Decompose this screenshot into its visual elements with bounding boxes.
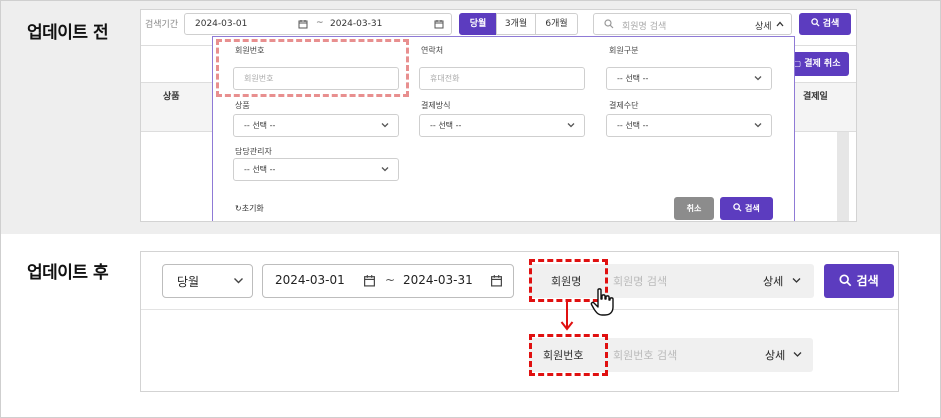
before-screenshot: 검색기간 2024-03-01 ~ 2024-03-31 당월 3개월 6개월 …	[140, 9, 857, 222]
payment-method-label: 결제방식	[421, 101, 451, 110]
contact-label: 연락처	[421, 46, 444, 55]
calendar-icon[interactable]	[298, 19, 308, 29]
payment-means-label: 결제수단	[609, 101, 639, 110]
member-type-value: -- 선택 --	[617, 74, 649, 83]
chevron-down-icon	[754, 123, 762, 128]
popup-cancel-button[interactable]: 취소	[674, 197, 714, 220]
date-to: 2024-03-31	[403, 273, 473, 287]
period-label: 검색기간	[145, 20, 179, 30]
manager-select[interactable]: -- 선택 --	[233, 158, 399, 181]
search-icon	[810, 18, 820, 27]
date-separator: ~	[385, 273, 396, 287]
date-separator: ~	[316, 18, 324, 28]
manager-label: 담당관리자	[235, 147, 272, 156]
payment-method-value: -- 선택 --	[430, 121, 462, 130]
hand-cursor-icon	[590, 288, 614, 316]
payment-means-value: -- 선택 --	[617, 121, 649, 130]
divider	[141, 309, 898, 310]
calendar-icon[interactable]	[434, 19, 444, 29]
scrollbar[interactable]	[837, 132, 849, 221]
detail-toggle-label[interactable]: 상세	[755, 19, 772, 32]
chevron-down-icon	[381, 167, 389, 172]
cancel-payment-label: 결제 취소	[804, 59, 841, 69]
search-input[interactable]: 회원명 검색 상세	[593, 13, 792, 35]
calendar-icon[interactable]	[363, 274, 376, 287]
period-select[interactable]: 당월	[162, 264, 253, 298]
payment-means-select[interactable]: -- 선택 --	[606, 114, 772, 137]
reset-button[interactable]: ↻초기화	[235, 203, 264, 214]
search-button[interactable]: 검색	[799, 13, 851, 35]
search-icon	[733, 203, 742, 212]
chevron-down-icon[interactable]	[793, 351, 802, 358]
contact-input[interactable]: 휴대전화	[419, 67, 585, 90]
search-button-label: 검색	[822, 19, 840, 29]
after-screenshot: 당월 2024-03-01 ~ 2024-03-31 회원명 회원명 검색 상세…	[140, 251, 899, 392]
date-range-input[interactable]: 2024-03-01 ~ 2024-03-31	[184, 13, 452, 35]
column-header-product: 상품	[163, 92, 180, 102]
refresh-icon: ↻	[235, 204, 242, 213]
popup-search-label: 검색	[745, 204, 760, 213]
search-icon	[839, 274, 852, 287]
search-placeholder: 회원번호 검색	[613, 349, 678, 362]
column-header-payment-date: 결제일	[803, 92, 828, 102]
search-icon	[604, 19, 614, 29]
arrow-down-icon	[560, 302, 574, 331]
chevron-down-icon	[754, 76, 762, 81]
date-from: 2024-03-01	[195, 19, 248, 29]
before-label: 업데이트 전	[27, 23, 109, 43]
detail-search-popup: 회원번호 회원번호 연락처 휴대전화 회원구분 -- 선택 -- 상품 -- 선…	[212, 36, 795, 221]
field-type-highlight	[529, 334, 608, 376]
chevron-down-icon[interactable]	[792, 277, 801, 284]
date-to: 2024-03-31	[330, 19, 383, 29]
member-type-label: 회원구분	[609, 46, 639, 55]
search-button[interactable]: 검색	[824, 264, 894, 298]
popup-search-button[interactable]: 검색	[720, 197, 773, 220]
date-range-input[interactable]: 2024-03-01 ~ 2024-03-31	[262, 264, 514, 298]
chevron-up-icon[interactable]	[776, 21, 784, 27]
member-type-select[interactable]: -- 선택 --	[606, 67, 772, 90]
product-label: 상품	[235, 101, 250, 110]
calendar-icon[interactable]	[490, 274, 503, 287]
chevron-down-icon	[234, 278, 243, 284]
chevron-down-icon	[381, 123, 389, 128]
detail-toggle-label[interactable]: 상세	[765, 347, 785, 363]
search-placeholder: 회원명 검색	[613, 275, 668, 288]
product-value: -- 선택 --	[244, 121, 276, 130]
manager-value: -- 선택 --	[244, 165, 276, 174]
period-tab-1[interactable]: 당월	[459, 13, 497, 35]
search-placeholder: 회원명 검색	[622, 22, 667, 32]
period-tab-2[interactable]: 3개월	[496, 13, 536, 35]
detail-toggle-label[interactable]: 상세	[763, 273, 783, 289]
after-label: 업데이트 후	[27, 263, 109, 283]
member-no-highlight	[216, 39, 409, 97]
date-from: 2024-03-01	[275, 273, 345, 287]
payment-method-select[interactable]: -- 선택 --	[419, 114, 585, 137]
period-tab-3[interactable]: 6개월	[535, 13, 578, 35]
search-button-label: 검색	[856, 274, 879, 288]
reset-label: 초기화	[241, 204, 264, 213]
product-select[interactable]: -- 선택 --	[233, 114, 399, 137]
period-value: 당월	[177, 275, 200, 289]
chevron-down-icon	[567, 123, 575, 128]
